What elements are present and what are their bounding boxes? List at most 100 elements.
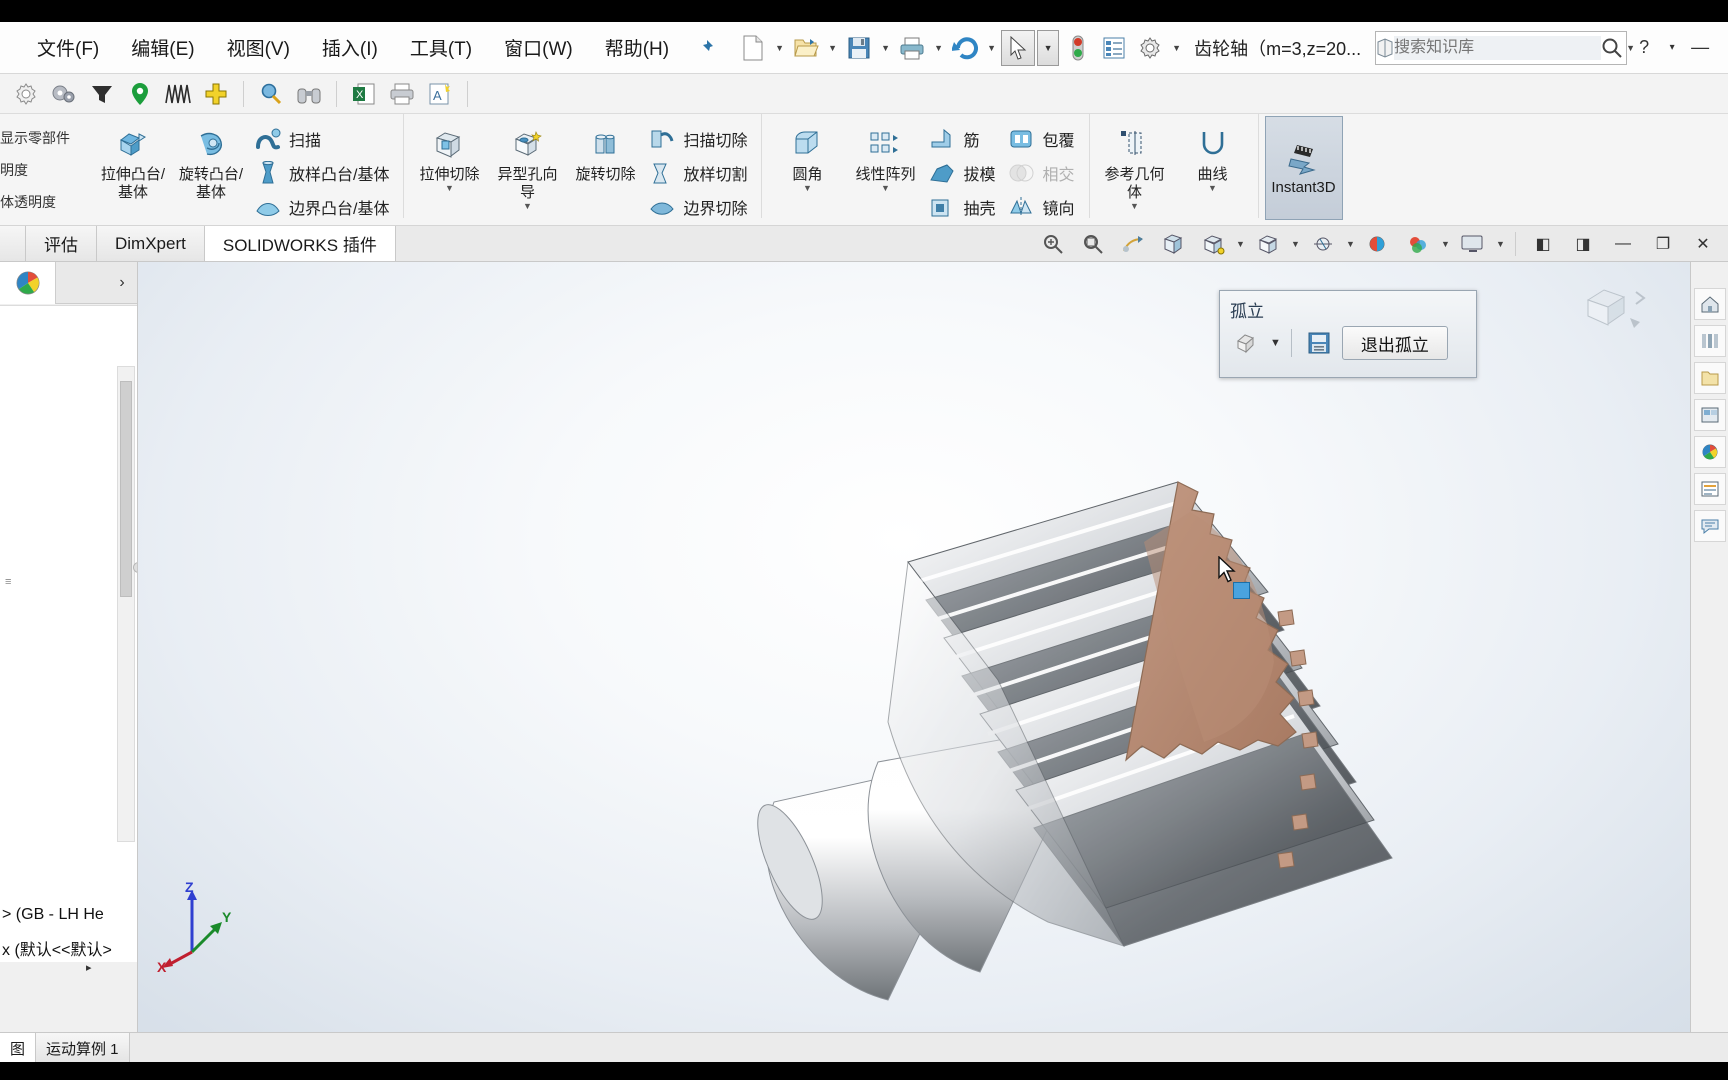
linear-pattern[interactable]: 线性阵列 ▼	[848, 120, 922, 193]
view-settings-caret-icon[interactable]: ▼	[1494, 239, 1507, 249]
section-view-icon[interactable]	[1154, 227, 1192, 261]
save-caret-icon[interactable]: ▼	[878, 30, 893, 66]
boundary-cut[interactable]: 边界切除	[646, 190, 753, 223]
linear-pattern-caret-icon[interactable]: ▼	[848, 184, 922, 193]
file-explorer-icon[interactable]	[1693, 362, 1726, 394]
pin-icon[interactable]	[694, 33, 716, 63]
display-style-icon[interactable]	[1249, 227, 1287, 261]
save-isolate-icon[interactable]	[1302, 327, 1336, 359]
rebuild-icon[interactable]	[1061, 30, 1095, 66]
new-text-doc-icon[interactable]: A	[422, 77, 458, 111]
mirror[interactable]: 镜向	[1005, 190, 1080, 223]
doc-close-button[interactable]: ✕	[1684, 227, 1722, 261]
apply-scene-icon[interactable]	[1399, 227, 1437, 261]
hole-wizard[interactable]: 异型孔向导 ▼	[490, 120, 564, 211]
tab-scroll-left[interactable]	[0, 226, 26, 261]
shell[interactable]: 抽壳	[926, 190, 1001, 223]
display-state-icon[interactable]	[1230, 327, 1264, 359]
feature-tree[interactable]: ≡ > (GB - LH He x (默认<<默认> ▸	[0, 305, 137, 974]
print-icon[interactable]	[895, 30, 929, 66]
wrap[interactable]: 包覆	[1005, 122, 1080, 155]
reference-geometry-caret-icon[interactable]: ▼	[1098, 202, 1172, 211]
save-icon[interactable]	[842, 30, 876, 66]
new-document-icon[interactable]	[736, 30, 770, 66]
menu-edit[interactable]: 编辑(E)	[128, 30, 197, 65]
extruded-boss-base[interactable]: 拉伸凸台/基体	[96, 120, 170, 202]
exit-isolate-button[interactable]: 退出孤立	[1341, 326, 1448, 360]
revolved-cut[interactable]: 旋转切除	[568, 120, 642, 184]
fillet-caret-icon[interactable]: ▼	[770, 184, 844, 193]
minimize-button[interactable]: —	[1683, 31, 1717, 65]
view-palette-icon[interactable]	[1693, 399, 1726, 431]
open-document-icon[interactable]	[789, 30, 823, 66]
boundary-boss-base[interactable]: 边界凸台/基体	[252, 190, 395, 223]
search-knowledge-base[interactable]: ▼	[1375, 30, 1635, 65]
menu-tools[interactable]: 工具(T)	[407, 30, 475, 65]
tab-motion-study-1[interactable]: 运动算例 1	[36, 1033, 130, 1062]
view-orientation-caret-icon[interactable]: ▼	[1234, 239, 1247, 249]
zoom-search-icon[interactable]	[253, 77, 289, 111]
doc-minimize-button[interactable]: —	[1604, 227, 1642, 261]
select-mode-caret-icon[interactable]: ▼	[1037, 29, 1060, 66]
previous-view-icon[interactable]	[1114, 227, 1152, 261]
appearances-icon[interactable]	[1693, 436, 1726, 468]
lofted-boss-base[interactable]: 放样凸台/基体	[252, 156, 395, 189]
home-icon[interactable]	[1693, 288, 1726, 320]
isolate-caret-icon[interactable]: ▼	[1270, 337, 1281, 349]
hole-wizard-caret-icon[interactable]: ▼	[490, 202, 564, 211]
funnel-icon[interactable]	[84, 77, 120, 111]
restore-right-icon[interactable]: ◨	[1564, 227, 1602, 261]
menu-window[interactable]: 窗口(W)	[501, 30, 576, 65]
graphics-viewport[interactable]: 孤立 ▼ 退出孤立 Z Y X	[138, 262, 1728, 1032]
feature-tree-caret-icon[interactable]: ▸	[86, 961, 92, 974]
tab-sw-addins[interactable]: SOLIDWORKS 插件	[204, 226, 396, 261]
print-preview-icon[interactable]	[384, 77, 420, 111]
hide-show-icon[interactable]	[1304, 227, 1342, 261]
comments-icon[interactable]	[1693, 510, 1726, 542]
restore-button[interactable]: ❐	[1719, 31, 1728, 65]
hide-show-caret-icon[interactable]: ▼	[1344, 239, 1357, 249]
options-gear-icon[interactable]	[1133, 30, 1167, 66]
view-orientation-icon[interactable]	[1194, 227, 1232, 261]
curves-caret-icon[interactable]: ▼	[1176, 184, 1250, 193]
menu-insert[interactable]: 插入(I)	[319, 30, 381, 65]
feature-tree-item-1[interactable]: > (GB - LH He	[2, 906, 104, 924]
curves[interactable]: 曲线 ▼	[1176, 120, 1250, 193]
menu-help[interactable]: 帮助(H)	[602, 30, 672, 65]
view-settings-icon[interactable]	[1454, 227, 1492, 261]
select-arrow-icon[interactable]	[1001, 29, 1036, 66]
spring-icon[interactable]	[160, 77, 196, 111]
library-icon[interactable]	[1693, 325, 1726, 357]
zoom-to-area-icon[interactable]	[1074, 227, 1112, 261]
tab-dimxpert[interactable]: DimXpert	[97, 226, 205, 261]
binoculars-icon[interactable]	[291, 77, 327, 111]
display-style-caret-icon[interactable]: ▼	[1289, 239, 1302, 249]
feature-manager-expand-caret[interactable]: ›	[107, 262, 137, 304]
extruded-cut[interactable]: 拉伸切除 ▼	[412, 120, 486, 193]
location-pin-icon[interactable]	[122, 77, 158, 111]
scrollbar-thumb[interactable]	[120, 381, 132, 597]
isolate-panel[interactable]: 孤立 ▼ 退出孤立	[1219, 290, 1477, 378]
file-properties-icon[interactable]	[1097, 30, 1131, 66]
menu-view[interactable]: 视图(V)	[224, 30, 293, 65]
undo-icon[interactable]	[948, 30, 982, 66]
fillet[interactable]: 圆角 ▼	[770, 120, 844, 193]
swept-boss-base[interactable]: 扫描	[252, 122, 395, 155]
cross-plus-icon[interactable]	[198, 77, 234, 111]
search-input[interactable]	[1394, 35, 1602, 60]
open-document-caret-icon[interactable]: ▼	[825, 30, 840, 66]
help-button[interactable]: ?	[1627, 31, 1661, 65]
doc-maximize-button[interactable]: ❐	[1644, 227, 1682, 261]
gear-shaft-model[interactable]	[578, 362, 1578, 1002]
feature-tree-scrollbar[interactable]	[117, 366, 135, 842]
rib[interactable]: 筋	[926, 122, 1001, 155]
draft[interactable]: 拔模	[926, 156, 1001, 189]
excel-export-icon[interactable]: X	[346, 77, 382, 111]
feature-manager-color-icon[interactable]	[0, 262, 56, 304]
swept-cut[interactable]: 扫描切除	[646, 122, 753, 155]
help-caret-icon[interactable]: ▾	[1663, 31, 1681, 65]
gears-icon[interactable]	[46, 77, 82, 111]
feature-tree-item-2[interactable]: x (默认<<默认>	[2, 936, 112, 960]
zoom-to-fit-icon[interactable]	[1034, 227, 1072, 261]
restore-left-icon[interactable]: ◧	[1524, 227, 1562, 261]
